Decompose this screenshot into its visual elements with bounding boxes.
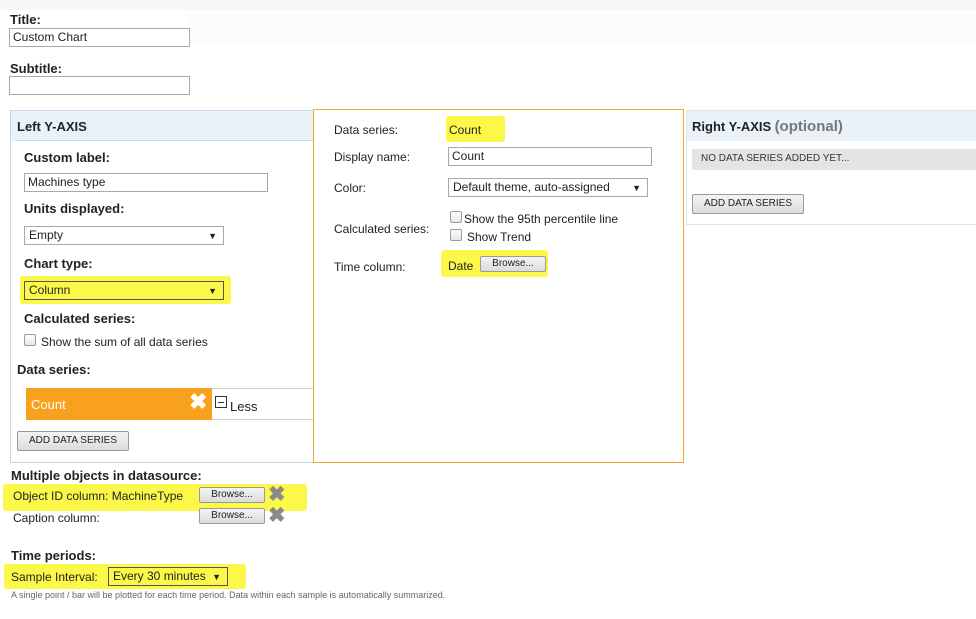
chart-type-value: Column xyxy=(29,283,71,297)
minus-box-icon[interactable] xyxy=(215,396,227,408)
left-add-series-button[interactable]: ADD DATA SERIES xyxy=(17,431,129,451)
display-name-input[interactable]: Count xyxy=(448,147,652,166)
right-axis-empty-message: NO DATA SERIES ADDED YET... xyxy=(701,153,850,164)
caption-label: Caption column: xyxy=(13,511,100,525)
detail-calculated-label: Calculated series: xyxy=(334,222,430,236)
multi-objects-heading: Multiple objects in datasource: xyxy=(11,468,202,483)
trend-label: Show Trend xyxy=(467,230,532,244)
top-bar xyxy=(0,0,976,10)
triangle-down-icon: ▼ xyxy=(208,231,217,241)
subtitle-label: Subtitle: xyxy=(10,61,62,76)
data-series-label: Data series: xyxy=(17,362,91,377)
series-item-label: Count xyxy=(31,397,66,412)
series-item-tail xyxy=(212,388,314,420)
object-id-value: MachineType xyxy=(111,489,184,503)
trend-checkbox[interactable] xyxy=(450,229,462,241)
display-name-label: Display name: xyxy=(334,150,411,164)
object-id-label: Object ID column: xyxy=(13,489,109,503)
left-axis-heading: Left Y-AXIS xyxy=(17,119,87,134)
subtitle-input[interactable] xyxy=(9,76,190,95)
color-select-value: Default theme, auto-assigned xyxy=(453,180,610,194)
sample-interval-label: Sample Interval: xyxy=(11,570,98,584)
title-area-bg xyxy=(190,10,976,46)
title-input[interactable]: Custom Chart xyxy=(9,28,190,47)
caption-browse-button[interactable]: Browse... xyxy=(199,508,265,524)
series-item[interactable]: Count ✖ xyxy=(26,388,212,420)
sum-series-checkbox-label: Show the sum of all data series xyxy=(41,335,208,349)
color-select[interactable]: Default theme, auto-assigned ▼ xyxy=(448,178,648,197)
object-id-clear-x-icon[interactable]: ✖ xyxy=(268,484,286,505)
time-column-browse-button[interactable]: Browse... xyxy=(480,256,546,272)
sample-interval-value: Every 30 minutes xyxy=(113,569,206,583)
custom-label-input[interactable]: Machines type xyxy=(24,173,268,192)
units-select[interactable]: Empty ▼ xyxy=(24,226,224,245)
object-id-browse-button[interactable]: Browse... xyxy=(199,487,265,503)
sample-interval-select[interactable]: Every 30 minutes ▼ xyxy=(108,567,228,586)
time-periods-heading: Time periods: xyxy=(11,548,97,563)
less-label: Less xyxy=(230,399,258,414)
percentile-label: Show the 95th percentile line xyxy=(464,212,619,226)
detail-data-series-label: Data series: xyxy=(334,123,399,137)
caption-clear-x-icon[interactable]: ✖ xyxy=(268,505,286,526)
calculated-series-label: Calculated series: xyxy=(24,311,136,326)
title-label: Title: xyxy=(10,12,41,27)
custom-label-label: Custom label: xyxy=(24,150,110,165)
time-column-label: Time column: xyxy=(334,260,406,274)
left-axis-divider xyxy=(17,140,314,141)
chart-type-label: Chart type: xyxy=(24,256,93,271)
right-axis-heading: Right Y-AXIS (optional) xyxy=(692,118,843,135)
triangle-down-icon: ▼ xyxy=(632,183,641,193)
remove-series-x-icon[interactable]: ✖ xyxy=(189,390,207,414)
time-column-value: Date xyxy=(448,259,474,273)
triangle-down-icon: ▼ xyxy=(208,286,217,296)
triangle-down-icon: ▼ xyxy=(212,572,221,582)
units-label: Units displayed: xyxy=(24,201,125,216)
time-periods-note: A single point / bar will be plotted for… xyxy=(11,590,446,600)
percentile-checkbox[interactable] xyxy=(450,211,462,223)
right-axis-optional: (optional) xyxy=(774,118,843,135)
color-label: Color: xyxy=(334,181,367,195)
object-id-row: Object ID column: MachineType xyxy=(13,489,183,503)
right-axis-title: Right Y-AXIS xyxy=(692,119,772,134)
detail-data-series-value: Count xyxy=(449,123,482,137)
units-select-value: Empty xyxy=(29,228,64,242)
sum-series-checkbox[interactable] xyxy=(24,334,36,346)
chart-type-select[interactable]: Column ▼ xyxy=(24,281,224,300)
right-add-series-button[interactable]: ADD DATA SERIES xyxy=(692,194,804,214)
